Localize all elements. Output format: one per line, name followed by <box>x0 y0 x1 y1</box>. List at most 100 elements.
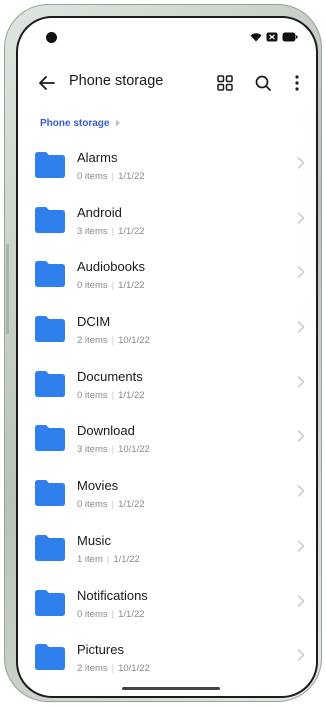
chevron-right-icon <box>296 375 306 389</box>
folder-meta: 0 items | 1/1/22 <box>77 280 145 291</box>
phone-screen: Phone storage Phone storage Alarms 0 ite… <box>18 18 316 696</box>
folder-icon <box>34 315 66 343</box>
folder-icon <box>34 424 66 452</box>
folder-icon <box>34 589 66 617</box>
folder-meta: 0 items | 1/1/22 <box>77 171 145 182</box>
chevron-right-icon <box>296 594 306 608</box>
folder-row-alarms[interactable]: Alarms 0 items | 1/1/22 <box>18 136 316 191</box>
chevron-right-icon <box>296 320 306 334</box>
folder-row-movies[interactable]: Movies 0 items | 1/1/22 <box>18 464 316 519</box>
folder-icon <box>34 370 66 398</box>
folder-date: 10/1/22 <box>118 335 150 347</box>
folder-name: Android <box>77 204 122 220</box>
folder-icon <box>34 479 66 507</box>
folder-row-documents[interactable]: Documents 0 items | 1/1/22 <box>18 355 316 410</box>
meta-separator: | <box>111 608 115 620</box>
folder-meta: 2 items | 10/1/22 <box>77 335 150 346</box>
more-options-icon[interactable] <box>286 72 308 94</box>
folder-icon <box>34 643 66 671</box>
meta-separator: | <box>111 225 115 237</box>
folder-name: Movies <box>77 478 119 494</box>
folder-item-count: 0 items <box>77 608 108 620</box>
chevron-right-icon <box>296 539 306 553</box>
meta-separator: | <box>111 389 115 401</box>
folder-meta: 0 items | 1/1/22 <box>77 390 145 401</box>
folder-date: 10/1/22 <box>118 444 150 456</box>
folder-date: 1/1/22 <box>118 225 145 237</box>
folder-row-notifications[interactable]: Notifications 0 items | 1/1/22 <box>18 574 316 629</box>
chevron-right-icon <box>296 648 306 662</box>
folder-date: 1/1/22 <box>113 553 140 565</box>
folder-icon <box>34 534 66 562</box>
folder-icon <box>34 260 66 288</box>
folder-row-android[interactable]: Android 3 items | 1/1/22 <box>18 191 316 246</box>
folder-name: DCIM <box>77 314 111 330</box>
meta-separator: | <box>111 171 115 182</box>
folder-meta: 0 items | 1/1/22 <box>77 499 145 510</box>
meta-separator: | <box>111 499 115 511</box>
page-title: Phone storage <box>69 73 164 89</box>
chevron-right-icon <box>296 265 306 279</box>
chevron-right-icon <box>296 484 306 498</box>
folder-name: Download <box>77 423 135 439</box>
folder-meta: 0 items | 1/1/22 <box>77 609 145 620</box>
folder-meta: 2 items | 10/1/22 <box>77 663 150 674</box>
wifi-icon <box>250 32 262 42</box>
folder-row-music[interactable]: Music 1 item | 1/1/22 <box>18 519 316 574</box>
folder-item-count: 2 items <box>77 335 108 347</box>
phone-frame: Phone storage Phone storage Alarms 0 ite… <box>4 4 322 702</box>
folder-date: 1/1/22 <box>118 171 145 182</box>
status-icons <box>250 32 298 42</box>
folder-name: Alarms <box>77 150 118 165</box>
folder-item-count: 2 items <box>77 663 108 675</box>
folder-name: Pictures <box>77 642 124 658</box>
folder-name: Music <box>77 532 111 548</box>
folder-item-count: 3 items <box>77 444 108 456</box>
folder-list: Alarms 0 items | 1/1/22 Android 3 items | 1/… <box>18 136 316 683</box>
folder-meta: 3 items | 10/1/22 <box>77 444 150 455</box>
folder-item-count: 0 items <box>77 389 108 401</box>
front-camera <box>46 32 57 43</box>
folder-item-count: 0 items <box>77 280 108 292</box>
grid-view-icon[interactable] <box>214 72 236 94</box>
folder-row-pictures[interactable]: Pictures 2 items | 10/1/22 <box>18 628 316 683</box>
chevron-right-icon <box>296 429 306 443</box>
status-bar <box>18 18 316 64</box>
chevron-right-icon <box>296 156 306 170</box>
meta-separator: | <box>111 335 115 347</box>
folder-item-count: 1 item <box>77 553 103 565</box>
breadcrumb-arrow-icon <box>115 114 121 132</box>
folder-item-count: 3 items <box>77 225 108 237</box>
chevron-right-icon <box>296 211 306 225</box>
sim-icon <box>266 32 278 42</box>
folder-date: 1/1/22 <box>118 389 145 401</box>
search-icon[interactable] <box>252 72 274 94</box>
breadcrumb-item-phone-storage[interactable]: Phone storage <box>40 118 109 129</box>
folder-name: Audiobooks <box>77 259 145 275</box>
toolbar: Phone storage <box>18 64 316 104</box>
folder-icon <box>34 206 66 234</box>
home-indicator[interactable] <box>122 687 220 690</box>
folder-date: 1/1/22 <box>118 608 145 620</box>
folder-name: Documents <box>77 368 143 384</box>
side-button <box>6 244 9 334</box>
folder-icon <box>34 151 66 179</box>
folder-date: 10/1/22 <box>118 663 150 675</box>
folder-row-download[interactable]: Download 3 items | 10/1/22 <box>18 409 316 464</box>
folder-row-dcim[interactable]: DCIM 2 items | 10/1/22 <box>18 300 316 355</box>
folder-date: 1/1/22 <box>118 499 145 511</box>
meta-separator: | <box>111 663 115 675</box>
folder-row-audiobooks[interactable]: Audiobooks 0 items | 1/1/22 <box>18 245 316 300</box>
folder-meta: 3 items | 1/1/22 <box>77 226 145 237</box>
folder-item-count: 0 items <box>77 499 108 511</box>
folder-name: Notifications <box>77 587 148 603</box>
meta-separator: | <box>111 444 115 456</box>
folder-date: 1/1/22 <box>118 280 145 292</box>
breadcrumb: Phone storage <box>40 114 121 132</box>
meta-separator: | <box>106 553 110 565</box>
folder-meta: 1 item | 1/1/22 <box>77 554 140 565</box>
meta-separator: | <box>111 280 115 292</box>
folder-item-count: 0 items <box>77 171 108 182</box>
back-arrow-icon[interactable] <box>36 72 58 94</box>
battery-icon <box>282 32 298 42</box>
